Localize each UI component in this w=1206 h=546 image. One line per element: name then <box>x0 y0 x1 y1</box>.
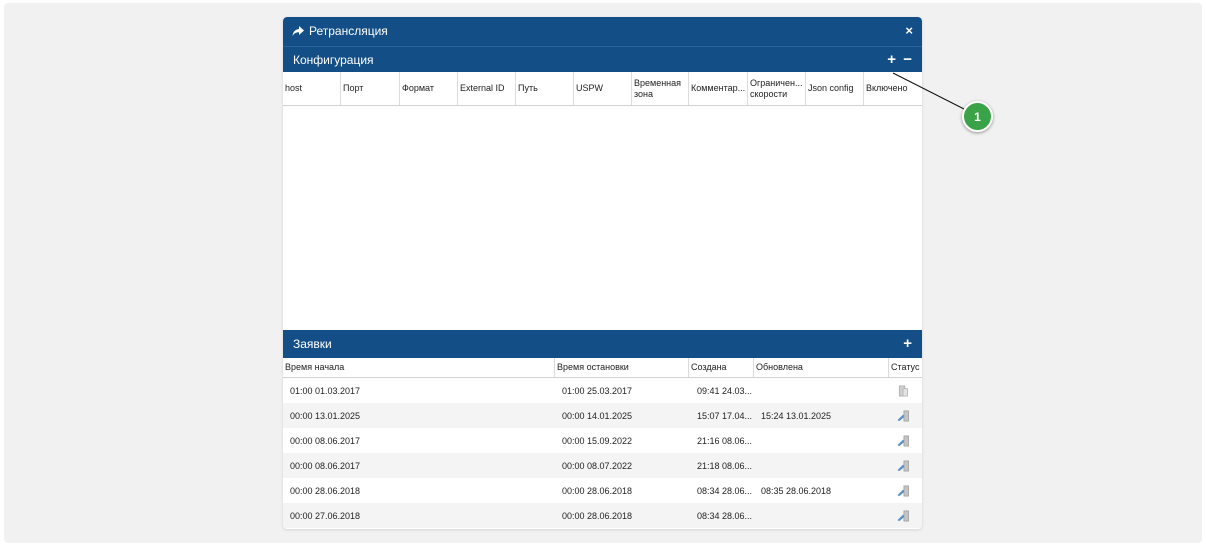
cell-created: 08:34 28.06... <box>697 510 753 521</box>
cell-start: 00:00 08.06.2017 <box>290 435 361 446</box>
cell-status <box>896 503 910 528</box>
cell-start: 00:00 27.06.2018 <box>290 510 361 521</box>
config-table-body <box>283 106 922 330</box>
cell-start: 01:00 01.03.2017 <box>290 385 361 396</box>
column-header-enabled[interactable]: Включено <box>864 72 922 105</box>
cell-stop: 00:00 14.01.2025 <box>562 410 633 421</box>
column-header-uspw-label: USPW <box>576 83 603 93</box>
cell-created: 15:07 17.04... <box>697 410 753 421</box>
close-icon[interactable]: × <box>905 23 913 38</box>
add-config-button[interactable]: + <box>887 52 896 67</box>
column-header-format[interactable]: Формат <box>400 72 458 105</box>
retranslation-window: Ретрансляция × Конфигурация + − host Пор… <box>283 17 922 529</box>
cell-stop: 01:00 25.03.2017 <box>562 385 633 396</box>
status-active-icon <box>897 460 909 471</box>
column-header-path[interactable]: Путь <box>516 72 574 105</box>
column-header-speed-limit-label: Ограничен... скорости <box>750 77 803 99</box>
cell-status <box>896 453 910 478</box>
column-header-created[interactable]: Создана <box>689 358 754 377</box>
table-row[interactable]: 00:00 27.06.2018 00:00 28.06.2018 08:34 … <box>283 503 922 528</box>
window-title-text: Ретрансляция <box>309 24 388 38</box>
cell-stop: 00:00 28.06.2018 <box>562 485 633 496</box>
column-header-port[interactable]: Порт <box>341 72 400 105</box>
cell-updated: 15:24 13.01.2025 <box>761 410 832 421</box>
column-header-external-id[interactable]: External ID <box>458 72 516 105</box>
status-active-icon <box>897 435 909 446</box>
cell-start: 00:00 08.06.2017 <box>290 460 361 471</box>
cell-updated: 08:35 28.06.2018 <box>761 485 832 496</box>
table-row[interactable]: 01:00 01.03.2017 01:00 25.03.2017 09:41 … <box>283 378 922 403</box>
column-header-stop-time[interactable]: Время остановки <box>555 358 689 377</box>
status-inactive-icon <box>898 385 908 396</box>
cell-start: 00:00 28.06.2018 <box>290 485 361 496</box>
status-active-icon <box>897 410 909 421</box>
cell-stop: 00:00 15.09.2022 <box>562 435 633 446</box>
config-title: Конфигурация <box>293 53 374 67</box>
table-row[interactable]: 00:00 13.01.2025 00:00 14.01.2025 15:07 … <box>283 403 922 428</box>
add-request-button[interactable]: + <box>903 336 912 351</box>
cell-status <box>896 378 910 403</box>
requests-table-header: Время начала Время остановки Создана Обн… <box>283 358 922 378</box>
column-header-start-time[interactable]: Время начала <box>283 358 555 377</box>
requests-section-header: Заявки + <box>283 330 922 358</box>
table-row[interactable]: 00:00 08.06.2017 00:00 08.07.2022 21:18 … <box>283 453 922 478</box>
share-arrow-icon <box>292 25 304 36</box>
column-header-status[interactable]: Статус <box>889 358 922 377</box>
cell-created: 21:18 08.06... <box>697 460 753 471</box>
config-section-header: Конфигурация + − <box>283 46 922 72</box>
cell-stop: 00:00 08.07.2022 <box>562 460 633 471</box>
requests-table-body: 01:00 01.03.2017 01:00 25.03.2017 09:41 … <box>283 378 922 528</box>
cell-start: 00:00 13.01.2025 <box>290 410 361 421</box>
window-header: Ретрансляция × <box>283 17 922 46</box>
column-header-json-config[interactable]: Json config <box>806 72 864 105</box>
column-header-comment[interactable]: Комментар... <box>689 72 748 105</box>
callout-badge: 1 <box>962 101 993 132</box>
cell-created: 09:41 24.03... <box>697 385 753 396</box>
config-table-header: host Порт Формат External ID Путь USPW В… <box>283 72 922 106</box>
column-header-uspw[interactable]: USPW <box>574 72 632 105</box>
column-header-host[interactable]: host <box>283 72 341 105</box>
window-title: Ретрансляция <box>292 24 388 38</box>
status-active-icon <box>897 510 909 521</box>
cell-stop: 00:00 28.06.2018 <box>562 510 633 521</box>
column-header-speed-limit[interactable]: Ограничен... скорости <box>748 72 806 105</box>
column-header-timezone-label: Временная зона <box>634 77 682 99</box>
table-row[interactable]: 00:00 28.06.2018 00:00 28.06.2018 08:34 … <box>283 478 922 503</box>
column-header-timezone[interactable]: Временная зона <box>632 72 689 105</box>
cell-created: 08:34 28.06... <box>697 485 753 496</box>
status-active-icon <box>897 485 909 496</box>
cell-status <box>896 403 910 428</box>
column-header-updated[interactable]: Обновлена <box>754 358 889 377</box>
requests-title: Заявки <box>293 337 332 351</box>
remove-config-button[interactable]: − <box>903 52 912 67</box>
cell-status <box>896 478 910 503</box>
table-row[interactable]: 00:00 08.06.2017 00:00 15.09.2022 21:16 … <box>283 428 922 453</box>
cell-status <box>896 428 910 453</box>
cell-created: 21:16 08.06... <box>697 435 753 446</box>
